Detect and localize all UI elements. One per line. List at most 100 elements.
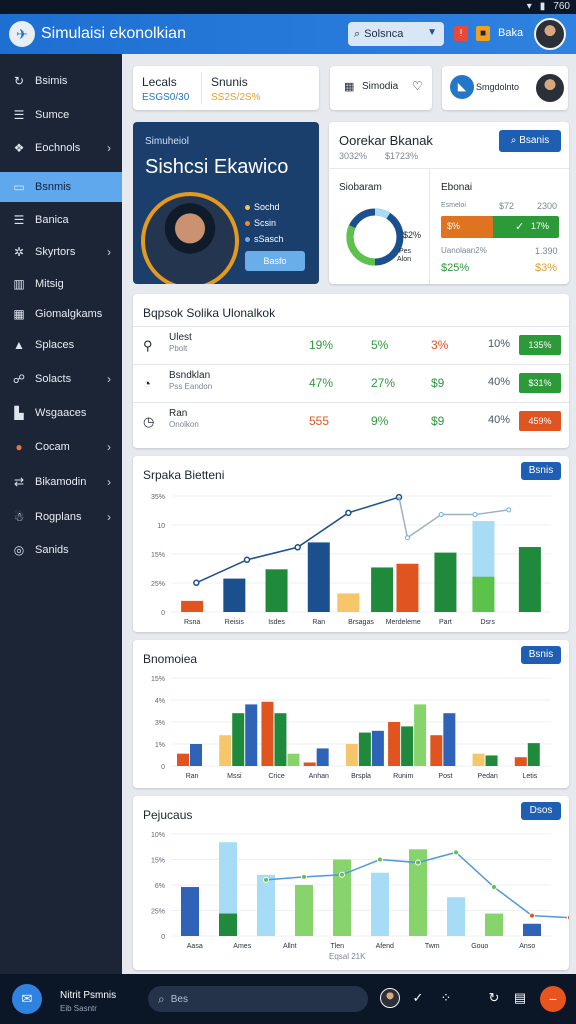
refresh-icon[interactable]: ↻ (486, 990, 502, 1006)
chat-icon[interactable]: ✉ (12, 984, 42, 1014)
row-name: Ran Onolkon (169, 408, 199, 429)
sidebar-item-10[interactable]: ▙ Wsgaaces (0, 398, 122, 428)
bar (396, 563, 419, 612)
sidebar-item-6[interactable]: ▥ Mitsig (0, 269, 122, 299)
x-tick-label: Afend (376, 943, 394, 950)
app-logo[interactable]: ✈ (9, 21, 35, 47)
table-row[interactable]: ⚲ Ulest Pbolt 19% 5% 3% 10% 135% (133, 326, 569, 364)
bar (181, 600, 204, 612)
bar (223, 578, 246, 612)
line-point (294, 544, 301, 551)
clipboard-icon[interactable]: ▤ (512, 990, 528, 1006)
alert-icon[interactable]: ! (454, 26, 468, 41)
donut-title: Siobaram (339, 182, 382, 193)
summary-card-left: Lecals ESGS0/30 Snunis SS2S/2S% (133, 66, 319, 110)
account-select[interactable]: ⌕ Solsnca ▼ (348, 22, 444, 46)
bar (261, 701, 274, 766)
bar (219, 913, 237, 936)
x-tick-label: Brspla (351, 773, 371, 780)
y-tick-label: 6% (155, 883, 165, 890)
summary-mid-value: SS2S/2S% (211, 92, 261, 103)
sidebar-item-label: Rogplans (35, 511, 82, 523)
check-icon[interactable]: ✓ (410, 990, 426, 1006)
overview-card: Oorekar Bkanak 3032% $1723% ⌕ Bsanis Sio… (329, 122, 569, 284)
sidebar-item-14[interactable]: ◎ Sanids (0, 535, 122, 565)
sidebar-item-label: Bsnmis (35, 181, 72, 193)
sidebar-item-0[interactable]: ↻ Bsimis (0, 66, 122, 96)
sidebar-item-7[interactable]: ▦ Giomalgkams (0, 299, 122, 329)
sidebar-item-2[interactable]: ❖ Eochnols › (0, 133, 122, 163)
profile-card[interactable]: ◣ Smgdolnto (442, 66, 568, 110)
remove-icon[interactable]: − (540, 986, 566, 1012)
profile-label: Smgdolnto (476, 82, 520, 92)
x-tick-label: Rsna (184, 619, 200, 626)
bar (232, 713, 245, 766)
sidebar-item-13[interactable]: ☃ Rogplans › (0, 502, 122, 532)
search-input[interactable]: ⌕ Bes (148, 986, 368, 1012)
sidebar-item-3[interactable]: ▭ Bsnmis (0, 172, 122, 202)
summary-left-label: Lecals (142, 75, 177, 89)
people-icon: ☃ (13, 510, 25, 524)
row-c2: 9% (371, 414, 389, 428)
line-point (506, 507, 512, 513)
bar (485, 913, 503, 936)
chevron-right-icon: › (107, 372, 111, 386)
bar (472, 576, 495, 612)
y-tick-label: 10 (157, 523, 165, 530)
flag-icon[interactable]: ■ (476, 26, 490, 41)
gauge-icon: ◔ (143, 376, 151, 391)
hero-button[interactable]: Basfo (245, 251, 305, 271)
chart-1-button[interactable]: Bsnis (521, 462, 561, 480)
chevron-right-icon: › (107, 510, 111, 524)
bar (527, 743, 540, 766)
sidebar-item-9[interactable]: ☍ Solacts › (0, 364, 122, 394)
divider (201, 72, 202, 104)
bar (337, 593, 360, 612)
chart-3-button[interactable]: Dsos (521, 802, 561, 820)
more-icon[interactable]: ⁘ (438, 990, 454, 1006)
row-c4: 10% (488, 338, 511, 350)
x-tick-label: Isdes (268, 619, 285, 626)
sidebar-item-1[interactable]: ☰ Sumce (0, 100, 122, 130)
bar-left-value: $% (447, 221, 461, 231)
chart-2: 15% 4% 3% 1% 0 Ran Mssi Crice Anhan Brspla Runim Po… (151, 676, 551, 780)
sidebar-item-12[interactable]: ⇄ Bikamodin › (0, 467, 122, 497)
table-row[interactable]: ◔ Bsndklan Pss Eandon 47% 27% $9 40% $31% (133, 364, 569, 402)
pin-icon: ⚲ (143, 338, 153, 353)
status-bar: ▾ ▮ 760 (0, 0, 576, 14)
overview-button[interactable]: ⌕ Bsanis (499, 130, 561, 152)
sidebar-item-8[interactable]: ▲ Splaces (0, 330, 122, 360)
line-point (193, 579, 200, 587)
row-c3: $9 (431, 414, 445, 428)
bottom-user-sub: Eib Sasntr (60, 1004, 97, 1013)
refresh-icon: ↻ (13, 74, 25, 88)
divider (429, 168, 430, 284)
sidebar-item-5[interactable]: ✲ Skyrtors › (0, 237, 122, 267)
row-c1: 555 (309, 414, 330, 428)
line-point (404, 535, 410, 541)
account-select-value: Solsnca (364, 28, 404, 40)
row-pill: $31% (519, 373, 561, 393)
bottom-bar: ✉ Nitrit Psmnis Eib Sasntr ⌕ Bes ✓ ⁘ ↻ ▤… (0, 974, 576, 1024)
user-avatar[interactable] (380, 988, 400, 1008)
bar (219, 735, 232, 766)
summary-card-right[interactable]: ▦ Simodia ♡ (330, 66, 432, 110)
donut-sub: Pes (399, 248, 412, 255)
board-icon: ▭ (13, 180, 25, 194)
search-icon: ⌕ (354, 27, 361, 40)
table-title: Bqpsok Solika Ulonalkok (143, 306, 276, 320)
circle-icon: ● (15, 440, 23, 454)
list-icon: ☰ (13, 108, 25, 122)
bars-sub-1: Uanolaan2% (441, 246, 487, 255)
table-row[interactable]: ◷ Ran Onolkon 555 9% $9 40% 459% (133, 402, 569, 440)
chart-2-button[interactable]: Bsnis (521, 646, 561, 664)
sidebar-item-4[interactable]: ☰ Banica (0, 205, 122, 235)
row-pill: 135% (519, 335, 561, 355)
y-tick-label: 25% (151, 581, 165, 588)
heart-icon[interactable]: ♡ (412, 79, 423, 93)
sidebar-item-11[interactable]: ● Cocam › (0, 432, 122, 462)
bar (371, 730, 384, 766)
sidebar-item-label: Splaces (35, 339, 75, 351)
line-point (567, 914, 569, 921)
avatar[interactable] (534, 18, 566, 50)
